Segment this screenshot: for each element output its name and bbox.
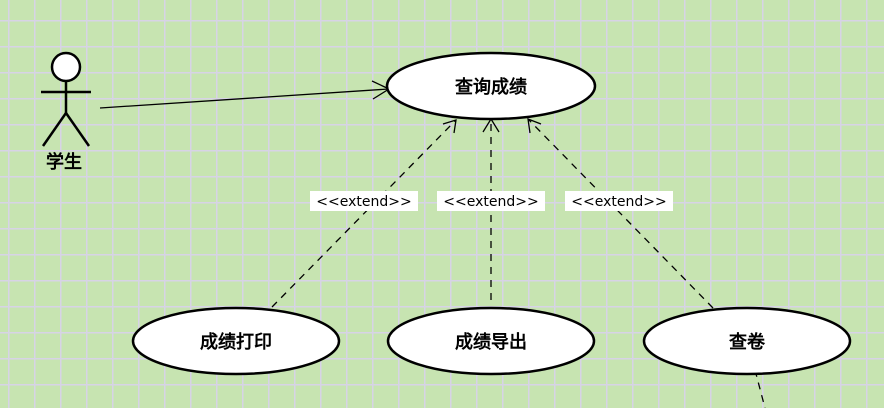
extend-line bbox=[527, 118, 714, 309]
use-case-diagram: 学生 <<extend>> <<extend>> <<extend>> 查询成绩… bbox=[41, 51, 852, 408]
use-case-query-grades[interactable]: 查询成绩 bbox=[385, 51, 597, 121]
extend-print-to-query[interactable] bbox=[271, 119, 457, 308]
use-case-label: 成绩导出 bbox=[455, 331, 527, 353]
use-case-label: 成绩打印 bbox=[200, 331, 272, 353]
use-case-print-grades[interactable]: 成绩打印 bbox=[131, 306, 341, 376]
association-actor-query[interactable] bbox=[99, 80, 391, 109]
actor-right-leg bbox=[64, 112, 91, 147]
diagram-canvas: 学生 <<extend>> <<extend>> <<extend>> 查询成绩… bbox=[0, 0, 884, 408]
association-line bbox=[99, 88, 390, 109]
actor-head bbox=[50, 51, 82, 83]
actor-student[interactable]: 学生 bbox=[41, 51, 91, 173]
extend-line bbox=[271, 119, 457, 308]
use-case-label: 查卷 bbox=[729, 331, 766, 353]
actor-left-leg bbox=[41, 112, 68, 147]
actor-label: 学生 bbox=[46, 151, 82, 173]
use-case-label: 查询成绩 bbox=[455, 76, 527, 98]
extend-label-export: <<extend>> bbox=[443, 194, 538, 210]
use-case-review-paper[interactable]: 查卷 bbox=[642, 306, 852, 376]
review-outgoing-line bbox=[754, 369, 766, 408]
extend-label-print: <<extend>> bbox=[316, 194, 411, 210]
use-case-export-grades[interactable]: 成绩导出 bbox=[386, 306, 596, 376]
extend-review-to-query[interactable] bbox=[527, 117, 714, 309]
extend-label-review: <<extend>> bbox=[571, 194, 666, 210]
